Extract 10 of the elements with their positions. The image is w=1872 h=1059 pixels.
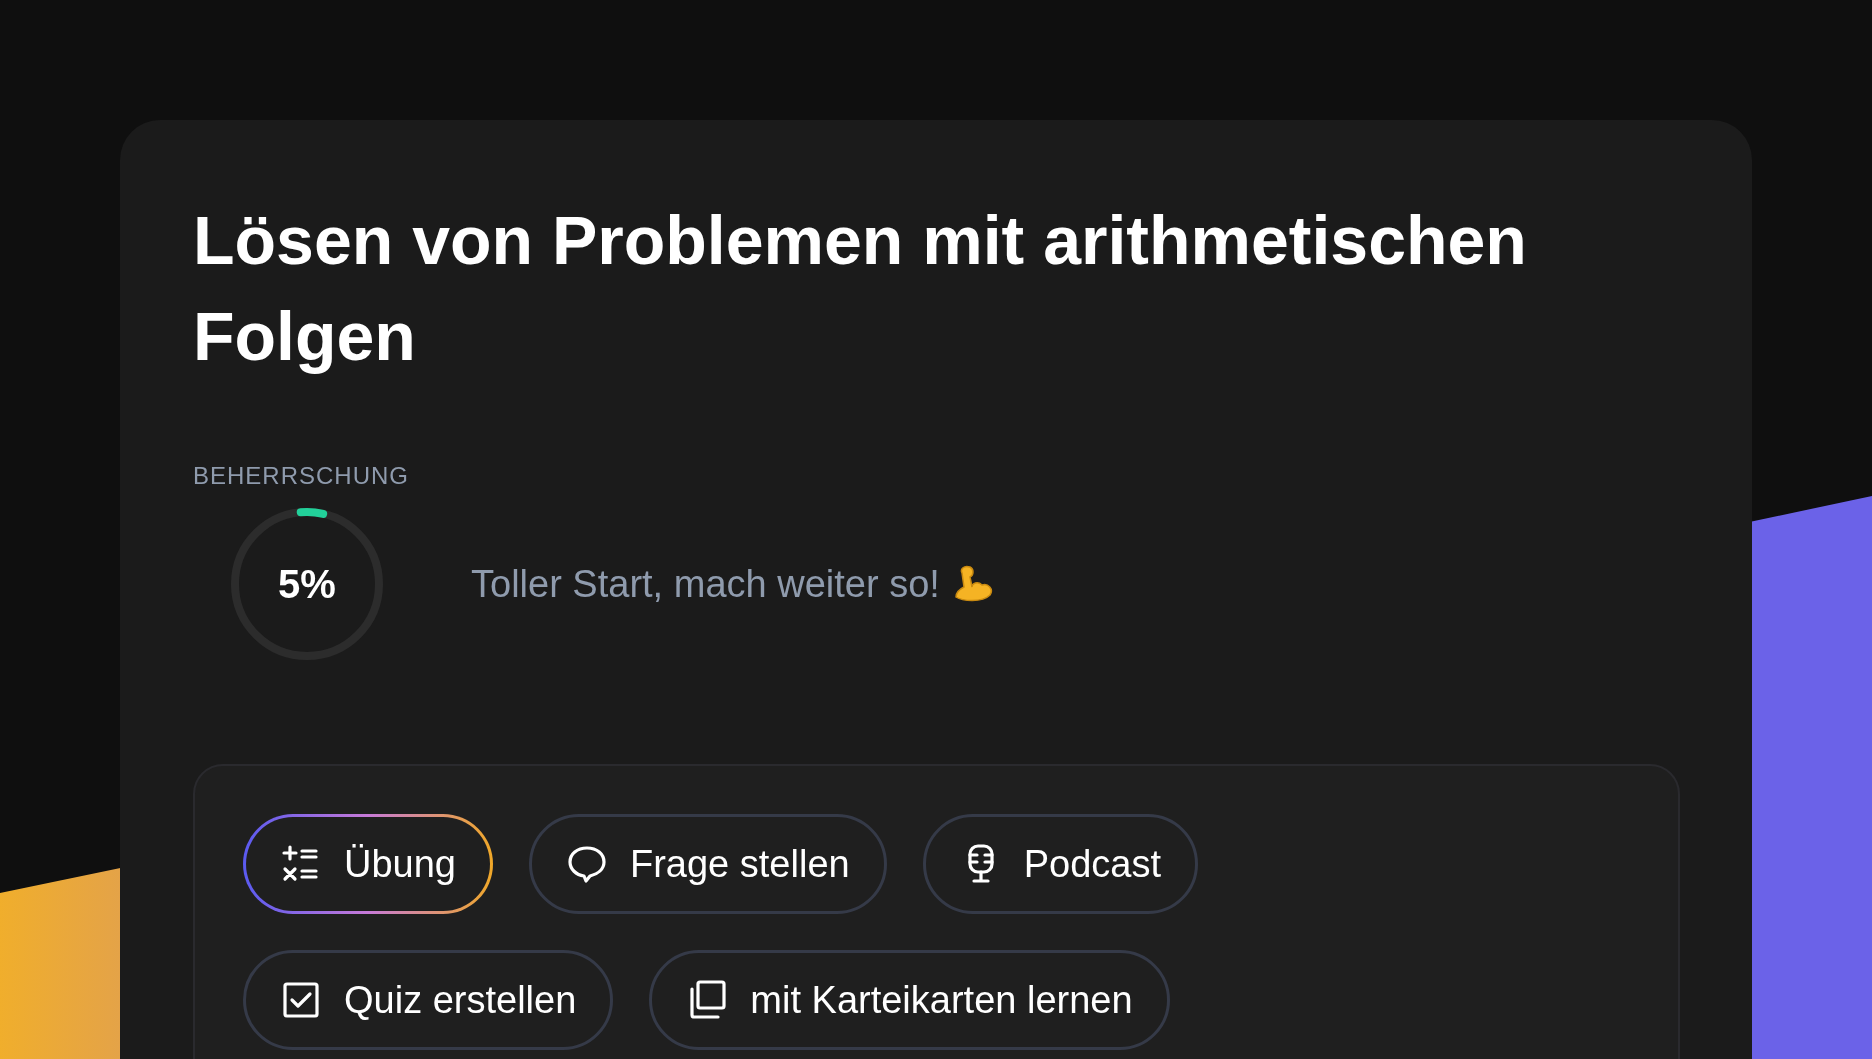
action-button[interactable]: Podcast bbox=[922, 814, 1198, 914]
action-button[interactable]: Frage stellen bbox=[529, 814, 887, 914]
mastery-label: BEHERRSCHUNG bbox=[193, 461, 410, 491]
speech-bubble-icon bbox=[566, 843, 608, 885]
mastery-percent: 5% bbox=[278, 561, 336, 608]
action-button[interactable]: Quiz erstellen bbox=[243, 950, 614, 1050]
checkbox-icon bbox=[280, 979, 322, 1021]
action-button[interactable]: mit Karteikarten lernen bbox=[649, 950, 1170, 1050]
encouragement-text: Toller Start, mach weiter so! bbox=[471, 561, 940, 607]
page-title: Lösen von Problemen mit arithmetischen Folgen bbox=[193, 201, 1528, 376]
